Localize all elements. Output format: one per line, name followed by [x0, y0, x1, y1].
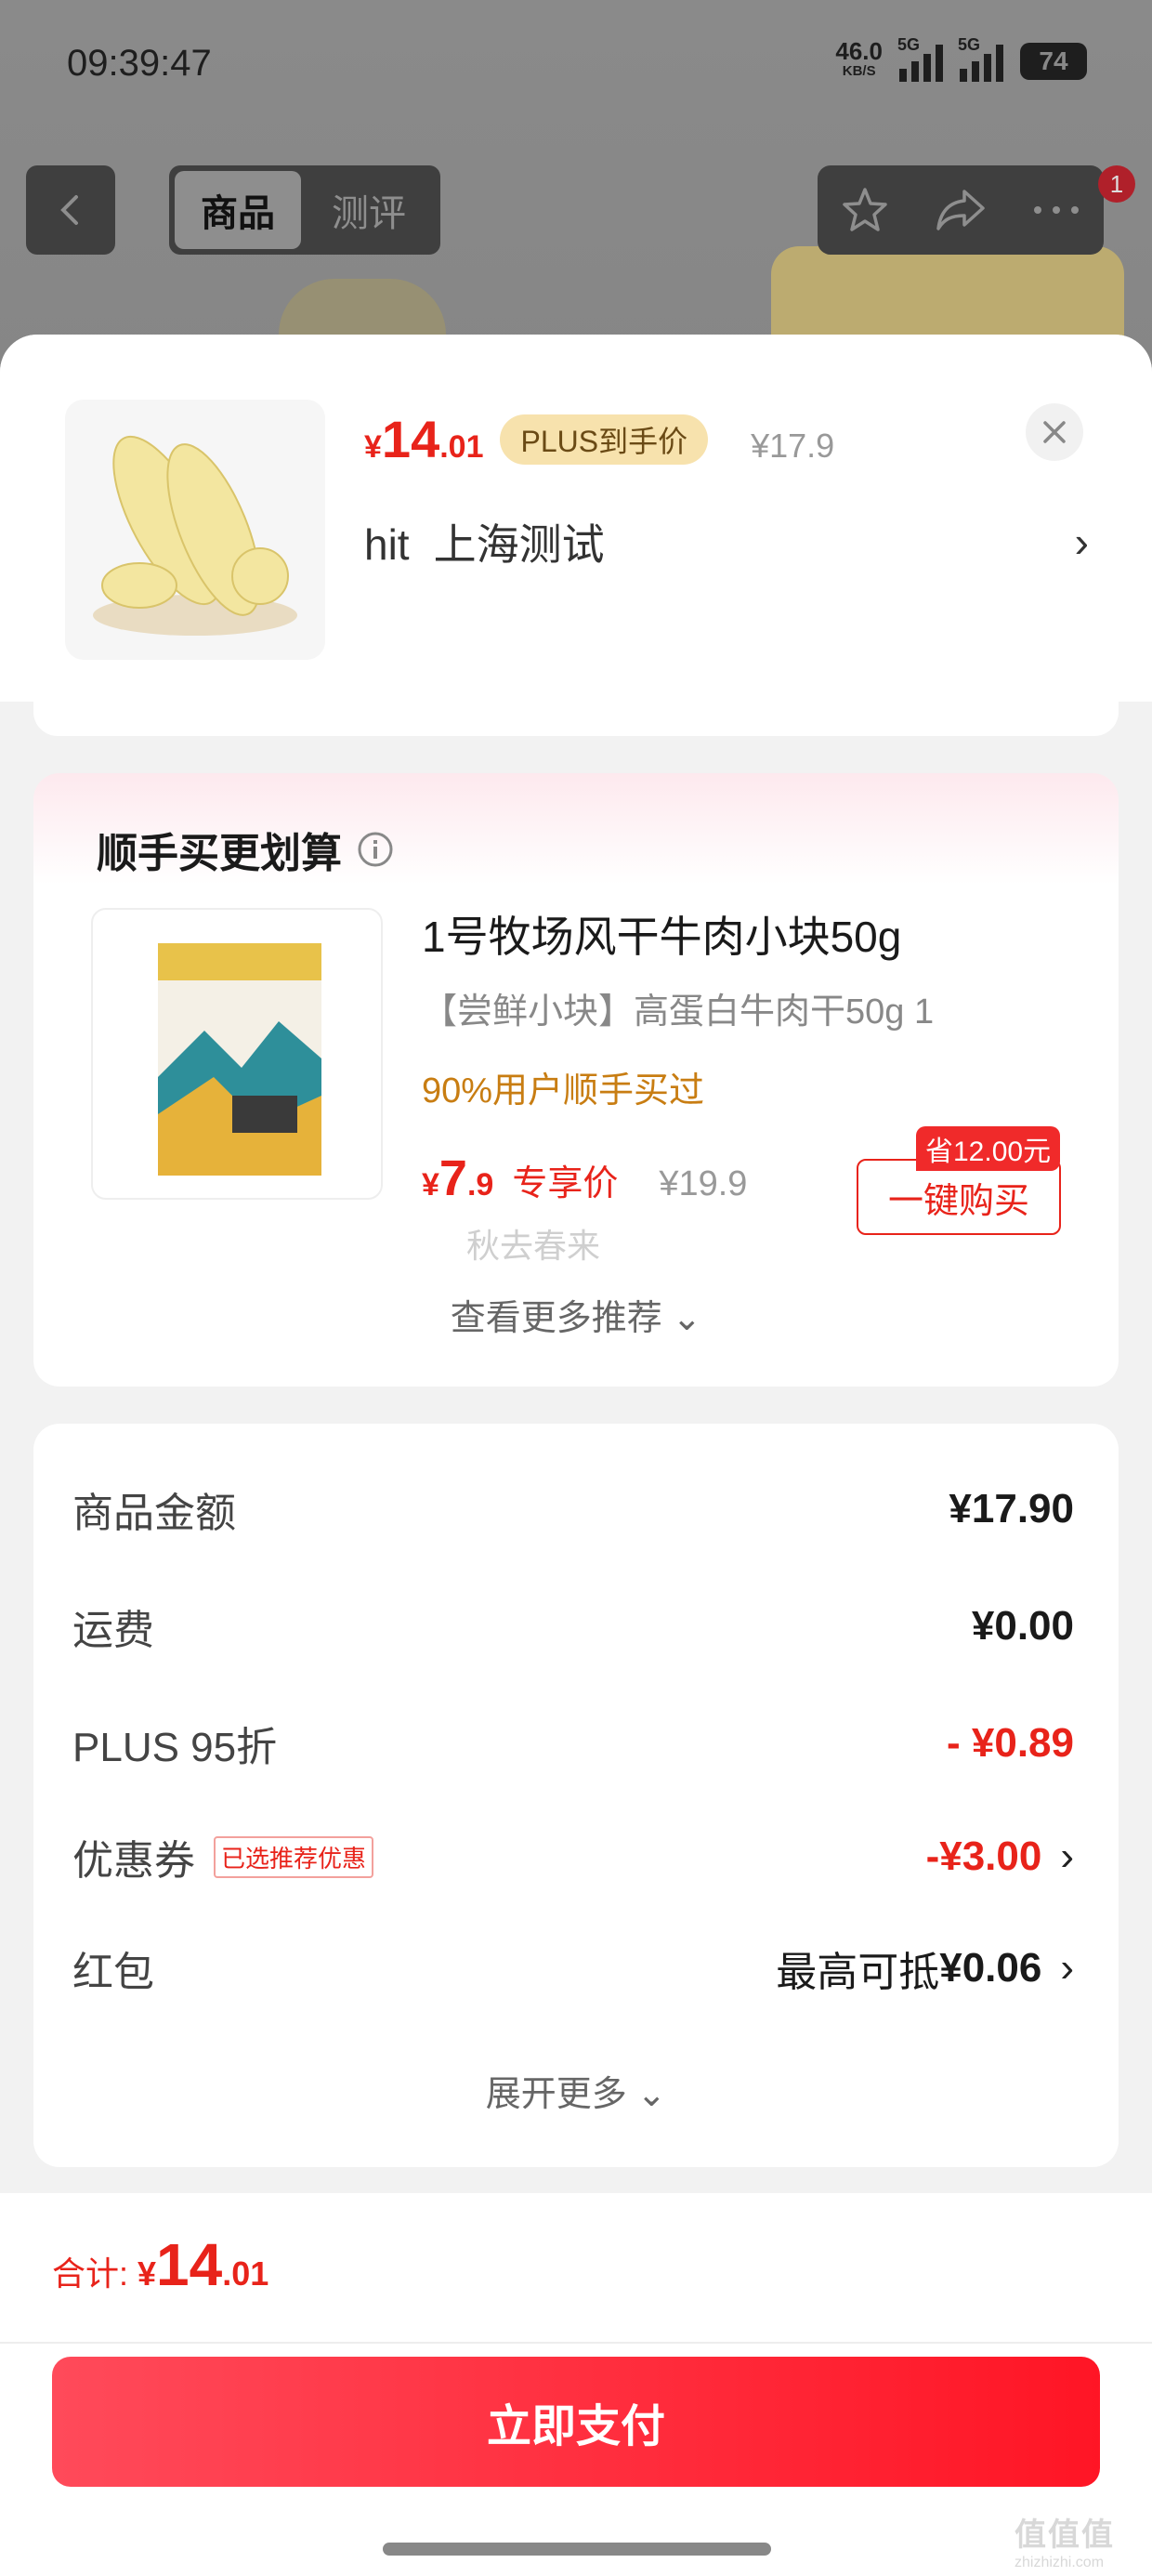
address-text: hit 上海测试 [364, 520, 605, 569]
watermark: 秋去春来 [466, 1227, 601, 1265]
product-thumbnail [65, 400, 325, 660]
network-speed: 46.0 KB/S [835, 37, 883, 79]
save-badge: 省12.00元 [916, 1126, 1061, 1171]
back-arrow-icon [60, 195, 78, 225]
signal-icon: 5G [897, 35, 943, 82]
status-time: 09:39:47 [67, 43, 212, 84]
address-selector[interactable]: hit 上海测试 › [364, 511, 1089, 572]
close-icon [1043, 421, 1066, 443]
upsell-hint: 90%用户顺手买过 [422, 1071, 705, 1111]
upsell-price-label: 专享价 [512, 1164, 619, 1203]
favorite-star-icon[interactable] [839, 184, 891, 236]
nav-actions [818, 165, 1104, 255]
checkout-sheet: ¥14.01 PLUS到手价 ¥17.9 hit 上海测试 › 顺手买更划算 1… [0, 335, 1152, 2576]
summary-row-red-packet[interactable]: 红包 最高可抵 ¥0.06 › [72, 1939, 1074, 1998]
status-icons: 46.0 KB/S 5G 5G 74 [835, 35, 1087, 82]
more-icon[interactable] [1030, 201, 1082, 219]
divider [0, 2342, 1152, 2344]
coupon-tag: 已选推荐优惠 [214, 1835, 374, 1878]
site-watermark: 值值值 zhizhizhi.com [1015, 2517, 1115, 2570]
page-tabs: 商品 测评 [169, 165, 440, 255]
product-header: ¥14.01 PLUS到手价 ¥17.9 hit 上海测试 › [0, 335, 1152, 702]
total-amount: 合计: ¥ 14 .01 [52, 2231, 269, 2298]
upsell-price-row: ¥7.9 专享价 ¥19.9 [422, 1150, 747, 1207]
upsell-card: 顺手买更划算 1号牧场风干牛肉小块50g 【尝鲜小块】高蛋白牛肉干50g 1 9… [33, 773, 1119, 1387]
original-price: ¥17.9 [751, 427, 835, 465]
upsell-price: ¥7.9 [422, 1150, 494, 1206]
upsell-title: 顺手买更划算 [97, 820, 394, 879]
summary-row-plus-discount: PLUS 95折 - ¥0.89 [72, 1720, 1074, 1770]
chevron-right-icon: › [1060, 1833, 1074, 1879]
checkout-footer: 合计: ¥ 14 .01 立即支付 值值值 zhizhizhi.com [0, 2193, 1152, 2576]
pay-now-button[interactable]: 立即支付 [52, 2357, 1100, 2487]
corn-image [93, 435, 297, 636]
cart-badge: 1 [1098, 165, 1135, 203]
plus-price-tag: PLUS到手价 [500, 414, 709, 465]
battery-icon: 74 [1020, 43, 1087, 80]
beef-jerky-package-image [158, 943, 321, 1176]
back-button[interactable] [26, 165, 115, 255]
close-button[interactable] [1026, 403, 1083, 461]
expand-more-link[interactable]: 展开更多 ⌄ [33, 2065, 1119, 2116]
product-price-row: ¥14.01 PLUS到手价 ¥17.9 [364, 409, 834, 469]
upsell-original-price: ¥19.9 [659, 1164, 748, 1203]
upsell-product-image[interactable] [91, 908, 383, 1200]
summary-row-subtotal: 商品金额 ¥17.90 [72, 1486, 1074, 1536]
upsell-item-name[interactable]: 1号牧场风干牛肉小块50g [422, 903, 901, 965]
section-strip [33, 699, 1119, 736]
chevron-right-icon: › [1074, 518, 1089, 566]
tab-product[interactable]: 商品 [175, 171, 301, 249]
more-recommendations-link[interactable]: 查看更多推荐 ⌄ [33, 1289, 1119, 1340]
upsell-item-desc: 【尝鲜小块】高蛋白牛肉干50g 1 [422, 992, 935, 1032]
share-icon[interactable] [933, 184, 988, 236]
tab-review[interactable]: 测评 [307, 171, 431, 249]
summary-row-shipping: 运费 ¥0.00 [72, 1603, 1074, 1653]
home-indicator[interactable] [383, 2543, 771, 2556]
chevron-right-icon: › [1060, 1945, 1074, 1991]
order-summary: 商品金额 ¥17.90 运费 ¥0.00 PLUS 95折 - ¥0.89 优惠… [33, 1424, 1119, 2167]
summary-row-coupon[interactable]: 优惠券 已选推荐优惠 -¥3.00 › [72, 1827, 1074, 1886]
product-price: ¥14.01 [364, 410, 484, 468]
info-icon[interactable] [357, 831, 394, 868]
signal-icon-2: 5G [958, 35, 1003, 82]
